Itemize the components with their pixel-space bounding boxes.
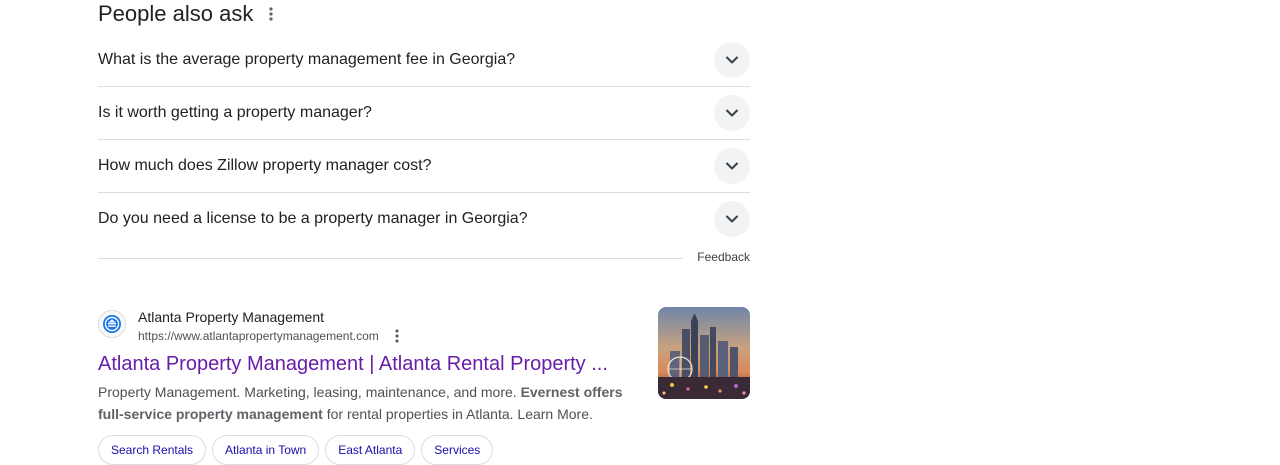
- paa-question-text: What is the average property management …: [98, 51, 516, 68]
- divider: [98, 258, 683, 259]
- sitelink-chips: Search Rentals Atlanta in Town East Atla…: [98, 435, 750, 465]
- result-site-row[interactable]: Atlanta Property Management https://www.…: [98, 307, 750, 345]
- paa-question[interactable]: What is the average property management …: [98, 34, 750, 87]
- paa-header: People also ask: [98, 0, 750, 28]
- atlanta-skyline-thumbnail[interactable]: [658, 307, 750, 399]
- result-site-info: Atlanta Property Management https://www.…: [138, 307, 407, 345]
- result-url-row: https://www.atlantapropertymanagement.co…: [138, 327, 407, 345]
- snippet-text: for rental properties in Atlanta. Learn …: [322, 406, 593, 422]
- paa-question[interactable]: Do you need a license to be a property m…: [98, 193, 750, 245]
- feedback-row: Feedback: [98, 247, 750, 267]
- paa-question-list: What is the average property management …: [98, 34, 750, 245]
- result-title-link[interactable]: Atlanta Property Management | Atlanta Re…: [98, 351, 750, 377]
- result-site-name: Atlanta Property Management: [138, 309, 324, 325]
- result-url: https://www.atlantapropertymanagement.co…: [138, 329, 379, 343]
- chip-services[interactable]: Services: [421, 435, 494, 465]
- search-result: Atlanta Property Management https://www.…: [98, 307, 750, 465]
- people-also-ask-section: People also ask What is the average prop…: [98, 0, 750, 267]
- chip-search-rentals[interactable]: Search Rentals: [98, 435, 207, 465]
- snippet-text: Property Management. Marketing, leasing,…: [98, 384, 521, 400]
- feedback-link[interactable]: Feedback: [697, 250, 750, 264]
- chevron-down-icon[interactable]: [714, 201, 750, 237]
- paa-question-text: Is it worth getting a property manager?: [98, 104, 372, 121]
- paa-question-text: How much does Zillow property manager co…: [98, 157, 432, 174]
- paa-question[interactable]: How much does Zillow property manager co…: [98, 140, 750, 193]
- chip-atlanta-in-town[interactable]: Atlanta in Town: [212, 435, 320, 465]
- chevron-down-icon[interactable]: [714, 95, 750, 131]
- chevron-down-icon[interactable]: [714, 148, 750, 184]
- more-vert-icon[interactable]: [261, 4, 281, 24]
- more-vert-icon[interactable]: [387, 327, 407, 345]
- result-snippet: Property Management. Marketing, leasing,…: [98, 381, 638, 425]
- paa-question[interactable]: Is it worth getting a property manager?: [98, 87, 750, 140]
- paa-title: People also ask: [98, 1, 254, 26]
- building-logo-icon: [98, 310, 126, 338]
- chip-east-atlanta[interactable]: East Atlanta: [325, 435, 416, 465]
- chevron-down-icon[interactable]: [714, 42, 750, 78]
- paa-question-text: Do you need a license to be a property m…: [98, 210, 528, 227]
